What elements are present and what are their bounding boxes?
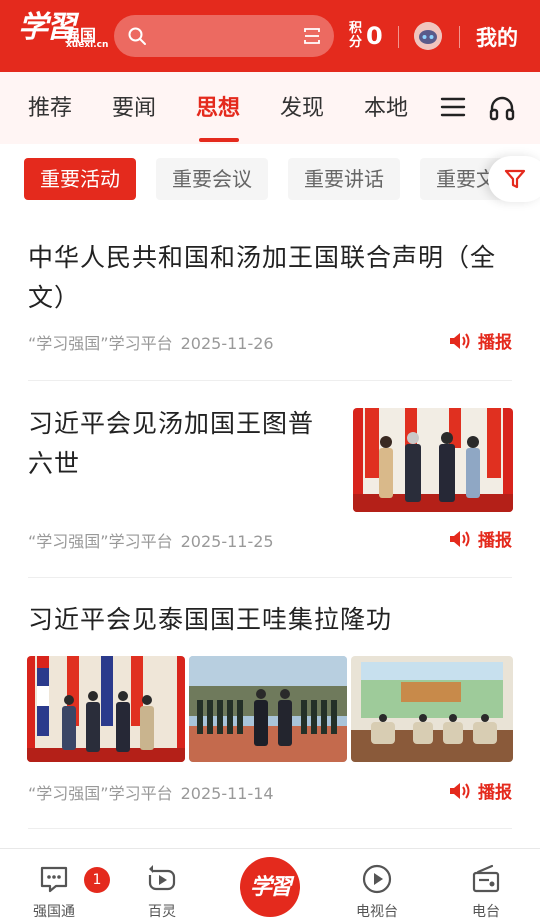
divider [28,380,512,381]
article-meta: “学习强国”学习平台 2025-11-26 [28,330,274,354]
broadcast-label: 播报 [478,531,512,551]
scan-icon[interactable] [302,26,322,46]
chat-bubble-icon [40,866,68,893]
article-title[interactable]: 习近平会见汤加国王图普六世 [28,404,328,484]
channel-tabs: 推荐 要闻 思想 发现 本地 [0,72,540,144]
logo-domain: xuexi.cn [66,40,109,50]
notification-badge: 1 [84,867,110,893]
tab-discover[interactable]: 发现 [280,90,324,122]
active-tab-indicator [199,138,239,142]
article-date: 2025-11-25 [180,532,274,551]
photo-king-meeting [27,656,185,762]
app-logo[interactable]: 学習 强国 xuexi.cn [18,12,108,52]
article-date: 2025-11-26 [180,334,274,353]
photo-leaders-meeting [353,408,513,512]
broadcast-button[interactable]: 播报 [448,526,512,551]
article-meta: “学习强国”学习平台 2025-11-25 [28,528,274,552]
article-date: 2025-11-14 [180,784,274,803]
nav-label: 电视台 [356,904,398,920]
nav-label: 电台 [472,904,500,920]
tab-news[interactable]: 要闻 [112,90,156,122]
article-source: “学习强国”学习平台 [28,532,173,551]
headphones-icon[interactable] [488,94,516,122]
article-source: “学习强国”学习平台 [28,334,173,353]
broadcast-label: 播报 [478,783,512,803]
chip-important-meetings[interactable]: 重要会议 [156,158,268,200]
broadcast-button[interactable]: 播报 [448,328,512,353]
article-thumbnail[interactable] [351,656,513,762]
article-item[interactable]: 中华人民共和国和汤加王国联合声明（全文） “学习强国”学习平台 2025-11-2… [28,238,512,368]
nav-bailing[interactable]: 百灵 [122,863,202,921]
photo-meeting-hall [351,656,513,762]
article-thumbnail[interactable] [27,656,185,762]
play-circle-icon [362,864,392,894]
article-thumbnail[interactable] [353,408,513,512]
divider [28,828,512,829]
robot-avatar-icon [414,22,442,50]
chip-important-activities[interactable]: 重要活动 [24,158,136,200]
article-title[interactable]: 习近平会见泰国国王哇集拉隆功 [28,600,512,640]
speaker-icon [450,332,470,349]
broadcast-button[interactable]: 播报 [448,778,512,803]
search-icon [128,27,146,45]
points-display[interactable]: 积分 0 [349,21,383,51]
tab-thought[interactable]: 思想 [196,90,240,122]
mine-button[interactable]: 我的 [476,22,518,52]
refresh-play-icon [148,865,176,891]
bottom-nav: 强国通 1 百灵 学習 电视台 电台 [0,848,540,924]
divider [459,26,460,48]
nav-tv[interactable]: 电视台 [337,863,417,921]
article-item[interactable]: 习近平会见汤加国王图普六世 “学习强国”学习平台 2025-11-25 播报 [28,404,513,554]
search-input[interactable] [114,15,334,57]
radio-icon [472,864,500,893]
speaker-icon [450,782,470,799]
avatar[interactable] [414,22,442,50]
points-label: 积分 [349,21,363,50]
nav-label: 百灵 [148,904,176,920]
article-thumbnail[interactable] [189,656,347,762]
article-title[interactable]: 中华人民共和国和汤加王国联合声明（全文） [28,238,512,318]
nav-qiangguotong[interactable]: 强国通 1 [14,863,110,921]
nav-radio[interactable]: 电台 [446,863,526,921]
top-bar: 学習 强国 xuexi.cn 积分 0 我的 [0,0,540,72]
broadcast-label: 播报 [478,333,512,353]
article-item[interactable]: 习近平会见泰国国王哇集拉隆功 “学习强国”学习平台 2025-11-14 播报 [27,600,513,812]
divider [398,26,399,48]
filter-button[interactable] [488,156,540,202]
points-value: 0 [366,22,383,50]
tab-local[interactable]: 本地 [364,90,408,122]
filter-icon [504,169,526,189]
tab-recommend[interactable]: 推荐 [28,90,72,122]
article-meta: “学习强国”学习平台 2025-11-14 [28,780,274,804]
divider [28,577,512,578]
nav-label: 强国通 [33,904,75,920]
chip-important-speeches[interactable]: 重要讲话 [288,158,400,200]
article-source: “学习强国”学习平台 [28,784,173,803]
photo-honor-guard [189,656,347,762]
study-logo-icon[interactable]: 学習 [240,857,300,917]
speaker-icon [450,530,470,547]
menu-icon[interactable] [440,94,466,120]
subcategory-tabs: 重要活动 重要会议 重要讲话 重要文 [0,144,540,216]
